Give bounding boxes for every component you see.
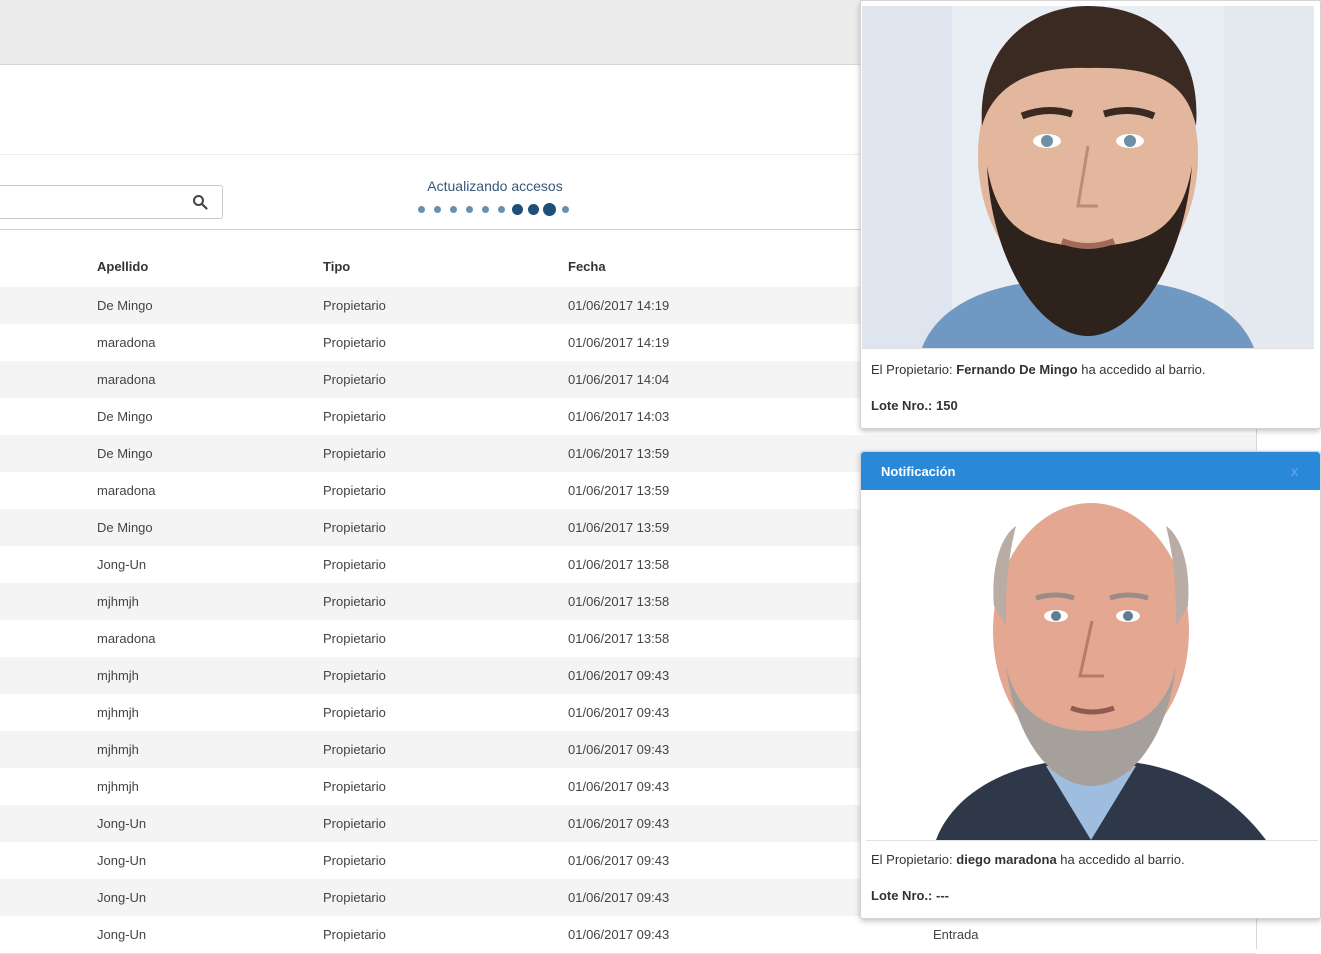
cell-tipo: Propietario [323,816,386,831]
cell-apellido: De Mingo [97,446,153,461]
cell-fecha: 01/06/2017 14:19 [568,335,670,350]
cell-apellido: Jong-Un [97,853,147,868]
cell-tipo: Propietario [323,742,386,757]
cell-fecha: 01/06/2017 14:04 [568,372,670,387]
notification-header: Notificación x [861,452,1320,490]
lote-line: Lote Nro.: 150 [871,398,958,413]
loading-dot [542,202,556,216]
person-photo [866,496,1318,841]
cell-fecha: 01/06/2017 09:43 [568,927,670,942]
cell-apellido: De Mingo [97,298,153,313]
loading-dot [433,205,441,213]
cell-tipo: Propietario [323,335,386,350]
cell-apellido: Jong-Un [97,816,147,831]
cell-fecha: 01/06/2017 13:58 [568,631,670,646]
loading-dot [497,205,505,213]
cell-fecha: 01/06/2017 14:03 [568,409,670,424]
cell-tipo: Propietario [323,409,386,424]
notification-message: El Propietario: diego maradona ha accedi… [871,852,1185,867]
cell-fecha: 01/06/2017 09:43 [568,705,670,720]
notification-title: Notificación [881,464,956,479]
cell-fecha: 01/06/2017 13:59 [568,446,670,461]
lote-value: --- [936,888,949,903]
cell-apellido: Jong-Un [97,890,147,905]
table-row[interactable]: Jong-Un Propietario 01/06/2017 09:43 Entrad… [0,916,1256,954]
cell-tipo: Propietario [323,890,386,905]
cell-fecha: 01/06/2017 09:43 [568,853,670,868]
cell-tipo: Propietario [323,557,386,572]
cell-accion: Entrada [933,927,979,942]
message-prefix: El Propietario: [871,852,957,867]
loading-dot [527,203,539,215]
cell-apellido: maradona [97,631,156,646]
close-button[interactable]: x [1291,463,1298,479]
search-input[interactable] [5,192,179,214]
cell-fecha: 01/06/2017 13:58 [568,594,670,609]
cell-tipo: Propietario [323,668,386,683]
lote-line: Lote Nro.: --- [871,888,949,903]
cell-apellido: mjhmjh [97,668,139,683]
cell-tipo: Propietario [323,483,386,498]
cell-fecha: 01/06/2017 14:19 [568,298,670,313]
loading-dot [417,205,425,213]
loading-dot [449,205,457,213]
person-photo-icon [862,6,1314,348]
cell-apellido: De Mingo [97,520,153,535]
cell-apellido: maradona [97,483,156,498]
loading-dots-indicator [415,201,585,217]
column-header-tipo[interactable]: Tipo [323,259,350,274]
column-header-fecha[interactable]: Fecha [568,259,606,274]
search-field[interactable] [0,185,223,219]
person-photo-icon [866,496,1318,840]
cell-fecha: 01/06/2017 13:58 [568,557,670,572]
loading-dot [481,205,489,213]
search-icon[interactable] [192,194,208,210]
cell-tipo: Propietario [323,520,386,535]
cell-apellido: mjhmjh [97,779,139,794]
person-name: Fernando De Mingo [956,362,1078,377]
cell-apellido: maradona [97,372,156,387]
cell-fecha: 01/06/2017 09:43 [568,890,670,905]
notification-card-2: Notificación x El Propietario: diego mar… [860,451,1321,919]
message-prefix: El Propietario: [871,362,957,377]
cell-apellido: maradona [97,335,156,350]
lote-label: Lote Nro.: [871,888,936,903]
notification-message: El Propietario: Fernando De Mingo ha acc… [871,362,1206,377]
column-header-apellido[interactable]: Apellido [97,259,148,274]
loading-dot [511,203,523,215]
cell-tipo: Propietario [323,372,386,387]
lote-value: 150 [936,398,958,413]
cell-tipo: Propietario [323,631,386,646]
cell-fecha: 01/06/2017 09:43 [568,742,670,757]
cell-tipo: Propietario [323,927,386,942]
cell-apellido: De Mingo [97,409,153,424]
cell-apellido: mjhmjh [97,705,139,720]
cell-apellido: Jong-Un [97,557,147,572]
cell-tipo: Propietario [323,298,386,313]
lote-label: Lote Nro.: [871,398,936,413]
cell-apellido: Jong-Un [97,927,147,942]
cell-fecha: 01/06/2017 09:43 [568,816,670,831]
cell-fecha: 01/06/2017 09:43 [568,779,670,794]
message-suffix: ha accedido al barrio. [1077,362,1206,377]
cell-tipo: Propietario [323,853,386,868]
notification-card-1: El Propietario: Fernando De Mingo ha acc… [860,0,1321,429]
cell-tipo: Propietario [323,594,386,609]
cell-fecha: 01/06/2017 13:59 [568,483,670,498]
person-photo [862,6,1314,349]
loading-dot [561,205,569,213]
cell-tipo: Propietario [323,705,386,720]
message-suffix: ha accedido al barrio. [1056,852,1185,867]
updating-status-text: Actualizando accesos [427,178,563,194]
cell-fecha: 01/06/2017 13:59 [568,520,670,535]
cell-apellido: mjhmjh [97,594,139,609]
cell-fecha: 01/06/2017 09:43 [568,668,670,683]
person-name: diego maradona [956,852,1057,867]
cell-tipo: Propietario [323,446,386,461]
cell-tipo: Propietario [323,779,386,794]
cell-apellido: mjhmjh [97,742,139,757]
loading-dot [465,205,473,213]
